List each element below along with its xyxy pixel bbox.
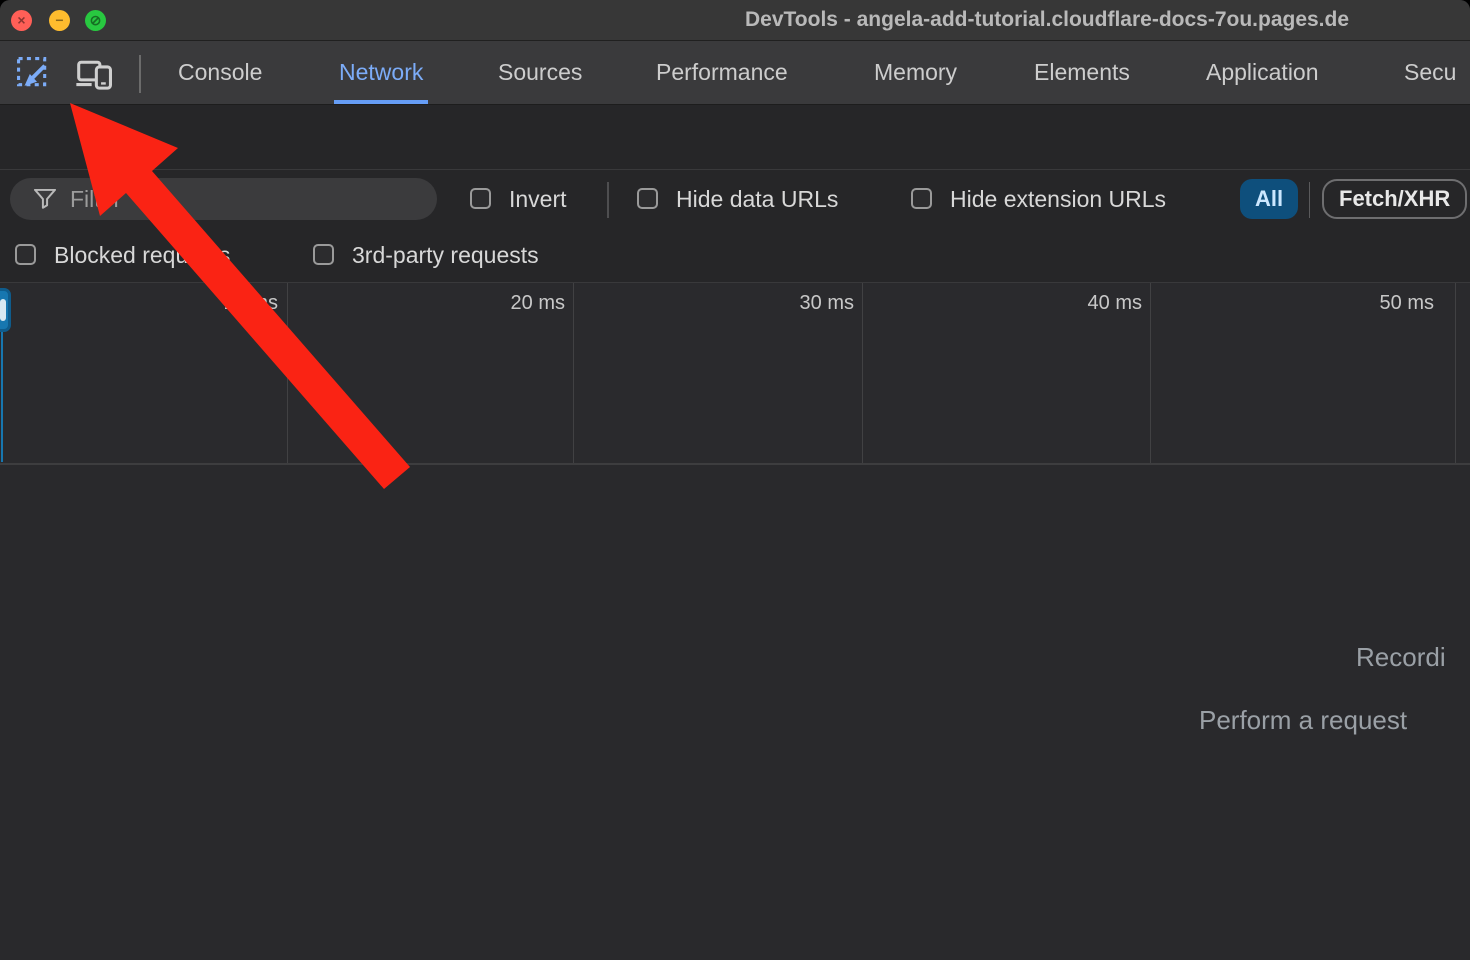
- timeline-tick-30ms: 30 ms: [800, 292, 854, 315]
- close-window-button[interactable]: ×: [11, 10, 32, 31]
- tabbar-separator: [139, 55, 141, 93]
- perform-request-hint-text: Perform a request: [1199, 705, 1407, 736]
- zoom-window-button[interactable]: ⊘: [85, 10, 106, 31]
- invert-label: Invert: [509, 186, 567, 213]
- third-party-requests-checkbox[interactable]: [313, 244, 334, 265]
- network-options-bar: Blocked requests 3rd-party requests: [0, 228, 1470, 282]
- devtools-window: × − ⊘ DevTools - angela-add-tutorial.clo…: [0, 0, 1470, 960]
- tab-elements[interactable]: Elements: [1034, 41, 1130, 104]
- tab-network[interactable]: Network: [339, 41, 423, 104]
- devtools-tab-bar: Console Network Sources Performance Memo…: [0, 41, 1470, 105]
- network-toolbar: Preserve log Disable cache No throttling: [0, 105, 1470, 169]
- hide-extension-urls-checkbox[interactable]: [911, 188, 932, 209]
- network-overview-timeline[interactable]: 10 ms 20 ms 30 ms 40 ms 50 ms: [0, 282, 1470, 465]
- tab-application[interactable]: Application: [1206, 41, 1319, 104]
- timeline-gridline: [862, 283, 863, 463]
- timeline-tick-50ms: 50 ms: [1380, 292, 1434, 315]
- timeline-tick-10ms: 10 ms: [224, 292, 278, 315]
- tab-security[interactable]: Secu: [1404, 41, 1456, 104]
- hide-data-urls-checkbox[interactable]: [637, 188, 658, 209]
- tab-console[interactable]: Console: [178, 41, 262, 104]
- timeline-gridline: [1150, 283, 1151, 463]
- timeline-drag-grip: [0, 299, 6, 321]
- tab-memory[interactable]: Memory: [874, 41, 957, 104]
- invert-checkbox[interactable]: [470, 188, 491, 209]
- request-type-chip-fetch-xhr[interactable]: Fetch/XHR: [1322, 179, 1467, 219]
- tab-sources[interactable]: Sources: [498, 41, 582, 104]
- request-type-chip-all[interactable]: All: [1240, 179, 1298, 219]
- timeline-gridline: [573, 283, 574, 463]
- inspect-element-button[interactable]: [12, 53, 56, 95]
- inspect-icon: [15, 55, 53, 93]
- device-toolbar-icon: [74, 56, 114, 92]
- timeline-gridline: [287, 283, 288, 463]
- timeline-marker-line: [1, 332, 3, 462]
- recording-status-text: Recordi: [1356, 642, 1446, 673]
- chip-separator: [1309, 182, 1310, 218]
- filter-separator: [607, 182, 609, 218]
- third-party-requests-label: 3rd-party requests: [352, 242, 539, 269]
- blocked-requests-checkbox[interactable]: [15, 244, 36, 265]
- title-bar: × − ⊘ DevTools - angela-add-tutorial.clo…: [0, 0, 1470, 41]
- timeline-tick-40ms: 40 ms: [1088, 292, 1142, 315]
- network-filter-bar: Invert Hide data URLs Hide extension URL…: [0, 169, 1470, 228]
- minimize-window-button[interactable]: −: [49, 10, 70, 31]
- hide-data-urls-label: Hide data URLs: [676, 186, 838, 213]
- timeline-drag-handle[interactable]: [0, 288, 11, 332]
- tab-performance[interactable]: Performance: [656, 41, 788, 104]
- filter-input[interactable]: [70, 186, 419, 213]
- filter-input-pill: [10, 178, 437, 220]
- hide-extension-urls-label: Hide extension URLs: [950, 186, 1166, 213]
- filter-funnel-icon: [34, 189, 56, 209]
- toggle-device-toolbar-button[interactable]: [72, 53, 116, 95]
- timeline-tick-20ms: 20 ms: [511, 292, 565, 315]
- timeline-gridline: [1455, 283, 1456, 463]
- blocked-requests-label: Blocked requests: [54, 242, 230, 269]
- window-title: DevTools - angela-add-tutorial.cloudflar…: [745, 8, 1349, 32]
